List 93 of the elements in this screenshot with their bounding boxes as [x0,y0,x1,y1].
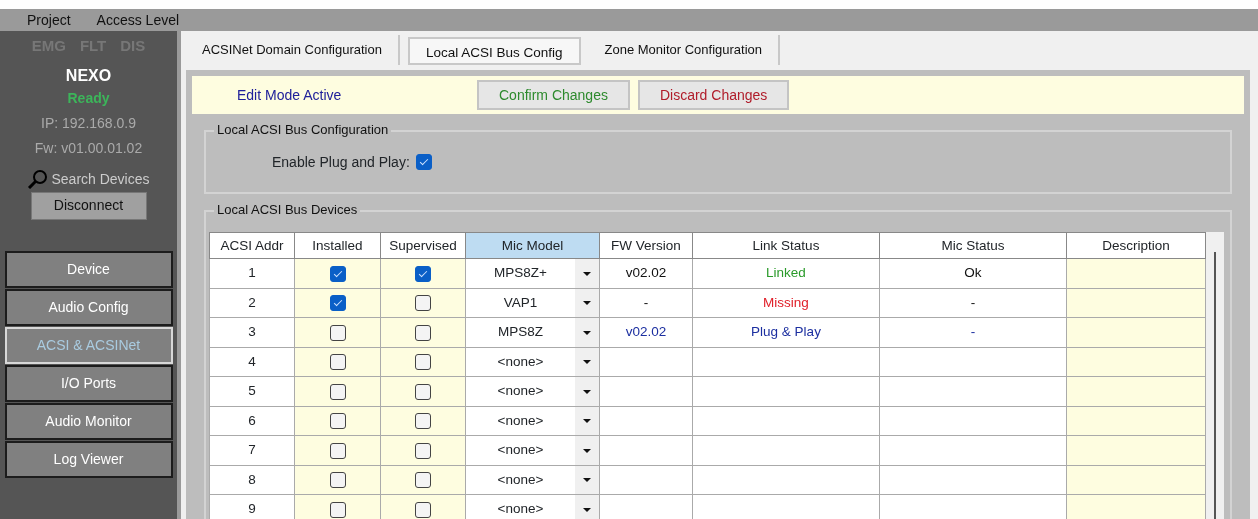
table-cell: Ok [879,258,1067,289]
column-header[interactable]: Installed [294,232,381,259]
checkbox[interactable] [415,472,431,489]
checkbox[interactable] [415,354,431,371]
link-status: Linked [692,258,880,289]
column-header[interactable]: Mic Model [465,232,600,259]
checkbox[interactable] [415,265,431,282]
column-header[interactable]: Supervised [380,232,466,259]
checkbox[interactable] [329,295,346,312]
table-cell: 3 [209,317,295,348]
mic-model-dropdown[interactable]: <none> [466,377,599,406]
checkbox[interactable] [415,501,431,518]
table-cell: 6 [209,406,295,436]
mic-model-dropdown[interactable]: <none> [466,495,599,519]
checkbox[interactable] [329,265,346,282]
nav-button[interactable]: Audio Monitor [4,402,173,440]
checkbox-label: Enable Plug and Play: [272,152,410,172]
description-field[interactable] [1066,288,1206,318]
description-field[interactable] [1066,406,1206,436]
checkbox[interactable] [329,324,346,341]
checkbox[interactable] [329,413,346,430]
search-icon [27,169,50,189]
description-field[interactable] [1066,317,1206,348]
column-header[interactable]: Link Status [692,232,880,259]
description-field[interactable] [1066,435,1206,466]
table-cell: v02.02 [599,258,693,289]
edit-mode-message: Edit Mode Active [237,85,343,105]
table-cell: - [879,317,1067,348]
description-field[interactable] [1066,494,1206,519]
dropdown-caret-icon [583,301,591,305]
dropdown-caret-icon [583,507,591,512]
checkbox[interactable] [329,472,346,489]
column-header[interactable]: Mic Status [879,232,1067,259]
discard-button[interactable]: Discard Changes [637,80,790,111]
mic-model-dropdown[interactable]: VAP1 [466,288,599,318]
device-name: NEXO [65,65,112,86]
description-field[interactable] [1066,347,1206,377]
dropdown-caret-icon [583,389,591,394]
mic-model-dropdown[interactable]: <none> [466,436,599,465]
checkbox[interactable] [329,442,346,459]
device-status: Ready [67,88,110,108]
table-cell: v02.02 [599,317,693,348]
checkbox[interactable] [415,383,431,400]
dropdown-caret-icon [583,271,591,276]
link-status: Plug & Play [692,317,880,348]
table-cell: 9 [209,494,295,519]
column-header[interactable]: FW Version [599,232,693,259]
mic-model-dropdown[interactable]: <none> [466,347,599,377]
description-field[interactable] [1066,376,1206,407]
mic-model-dropdown[interactable]: MPS8Z+ [466,259,599,288]
dropdown-caret-icon [583,478,591,482]
dropdown-caret-icon [583,419,591,423]
description-field[interactable] [1066,258,1206,289]
table-cell: - [599,288,693,318]
ip-address: IP: 192.168.0.9 [41,113,136,133]
group-title: Local ACSI Bus Configuration [214,122,392,139]
checkbox[interactable] [415,442,431,459]
menu-item[interactable]: Access Level [83,9,193,31]
search-devices-link[interactable]: Search Devices [27,168,150,190]
table-cell: 5 [209,376,295,407]
checkbox[interactable] [329,383,346,400]
dropdown-caret-icon [583,330,591,335]
mic-model-dropdown[interactable]: <none> [466,406,599,436]
mic-model-dropdown[interactable]: <none> [466,465,599,495]
mic-model-dropdown[interactable]: MPS8Z [466,318,599,347]
table-cell: - [879,288,1067,318]
scrollbar[interactable] [1206,232,1224,519]
disconnect-button[interactable]: Disconnect [30,191,147,220]
checkbox[interactable] [329,354,346,371]
menu-item[interactable]: Project [14,9,84,31]
table-cell: 2 [209,288,295,318]
table-cell: 7 [209,435,295,466]
confirm-button[interactable]: Confirm Changes [477,80,630,111]
link-status: Missing [692,288,880,318]
column-header[interactable]: ACSI Addr [209,232,295,259]
firmware-version: Fw: v01.00.01.02 [34,138,143,158]
dropdown-caret-icon [583,360,591,364]
checkbox[interactable] [329,501,346,518]
checkbox[interactable] [415,295,431,312]
table-cell: 8 [209,465,295,495]
checkbox[interactable] [415,413,431,430]
nav-button[interactable]: I/O Ports [4,364,173,402]
dropdown-caret-icon [583,448,591,453]
description-field[interactable] [1066,465,1206,495]
tab[interactable]: Local ACSI Bus Config [407,37,581,66]
column-header[interactable]: Description [1066,232,1206,259]
table-cell: 4 [209,347,295,377]
checkbox[interactable] [415,154,432,171]
nav-button[interactable]: Audio Config [4,288,173,326]
table-cell: 1 [209,258,295,289]
checkbox[interactable] [415,324,431,341]
nav-button[interactable]: Log Viewer [4,440,173,478]
nav-button[interactable]: Device [4,250,173,288]
